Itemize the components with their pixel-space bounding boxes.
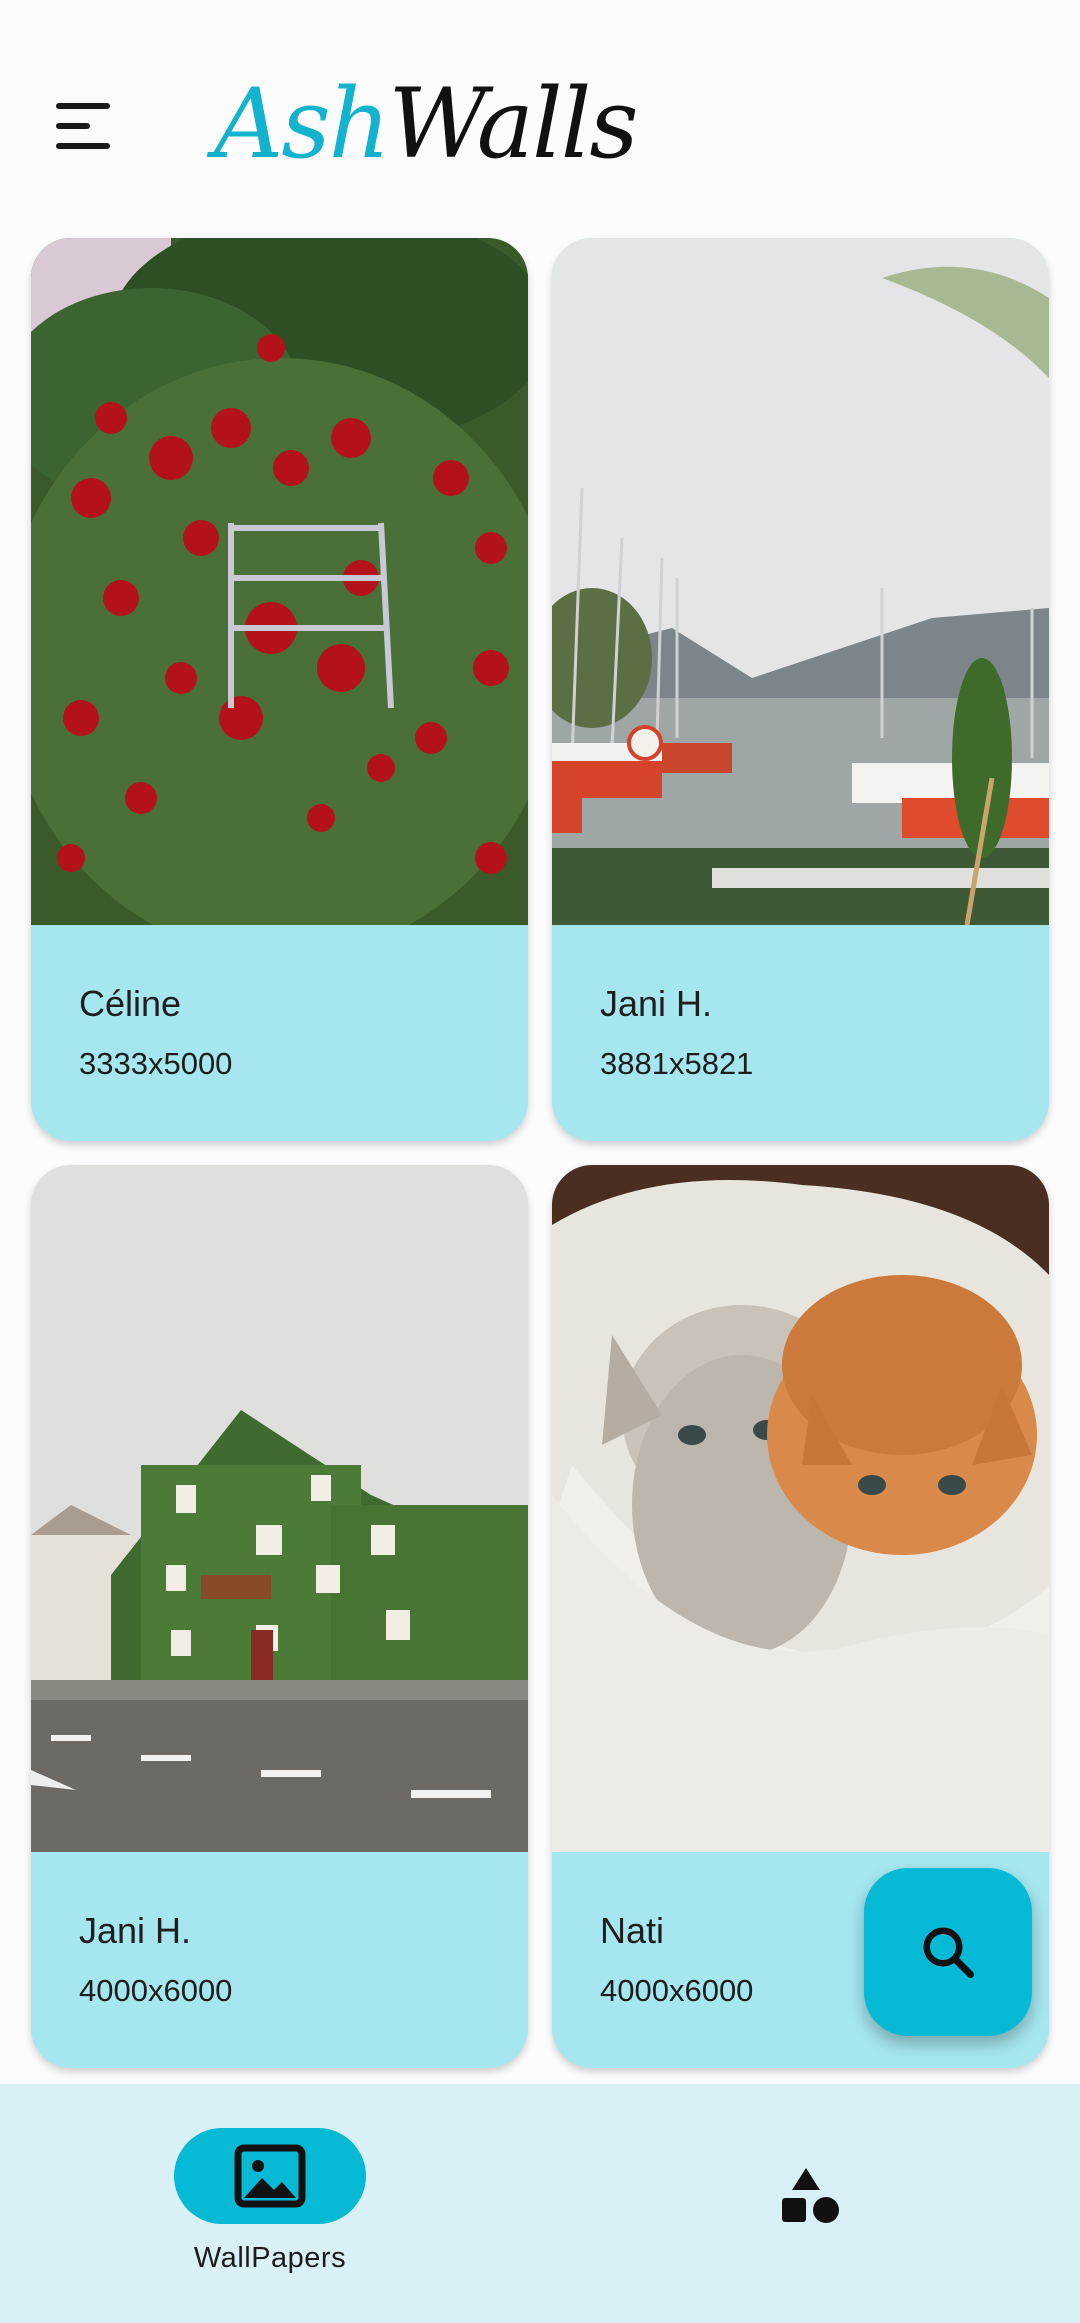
search-icon — [923, 1927, 974, 1978]
wallpaper-image-harbor — [552, 238, 1049, 925]
wallpaper-image-kittens — [552, 1165, 1049, 1852]
bottom-navigation: WallPapers — [0, 2084, 1080, 2323]
image-icon — [234, 2144, 306, 2208]
wallpaper-author: Céline — [79, 983, 182, 1024]
menu-icon[interactable] — [40, 90, 128, 162]
app-logo: AshWalls — [214, 68, 639, 180]
wallpaper-dimensions: 3333x5000 — [79, 1046, 233, 1081]
nav-active-indicator — [174, 2128, 366, 2224]
wallpaper-image-roses — [31, 238, 528, 925]
wallpaper-card[interactable]: Céline 3333x5000 — [31, 238, 528, 1141]
wallpaper-author: Nati — [600, 1910, 665, 1951]
shapes-icon — [782, 2168, 839, 2223]
wallpaper-card[interactable]: Jani H. 3881x5821 — [552, 238, 1049, 1141]
wallpaper-card[interactable]: Jani H. 4000x6000 — [31, 1165, 528, 2068]
nav-label-wallpapers: WallPapers — [193, 2242, 347, 2274]
top-app-bar: AshWalls — [0, 0, 1080, 228]
search-button[interactable] — [864, 1868, 1032, 2036]
wallpaper-dimensions: 3881x5821 — [600, 1046, 754, 1081]
wallpaper-dimensions: 4000x6000 — [79, 1973, 233, 2008]
wallpaper-image-ivy-house — [31, 1165, 528, 1852]
wallpaper-dimensions: 4000x6000 — [600, 1973, 754, 2008]
wallpaper-author: Jani H. — [79, 1910, 192, 1951]
nav-item-categories[interactable] — [714, 2128, 906, 2244]
wallpaper-author: Jani H. — [600, 983, 713, 1024]
nav-item-wallpapers[interactable]: WallPapers — [174, 2128, 366, 2275]
